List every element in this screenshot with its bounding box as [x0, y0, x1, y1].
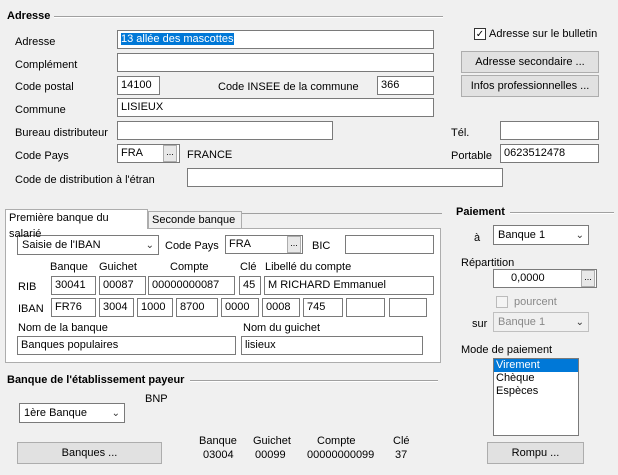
- payeur-cle-value: 37: [395, 449, 408, 461]
- bureau-field[interactable]: [117, 121, 333, 140]
- section-title-paiement: Paiement: [456, 206, 505, 218]
- paiement-banque-value: Banque 1: [498, 229, 546, 241]
- sur-banque-value: Banque 1: [498, 316, 546, 328]
- repartition-picker-button[interactable]: ...: [581, 270, 595, 287]
- tab-premiere-banque[interactable]: Première banque du salarié: [5, 209, 148, 240]
- bulletin-checkbox-label: Adresse sur le bulletin: [489, 28, 598, 40]
- mode-paiement-list[interactable]: Virement Chèque Espèces: [493, 358, 579, 436]
- paiement-banque-select[interactable]: Banque 1 ⌄: [493, 225, 589, 245]
- label-iban: IBAN: [18, 303, 44, 315]
- iban-field-5[interactable]: 0000: [221, 298, 259, 317]
- payeur-hdr-compte: Compte: [317, 435, 356, 447]
- label-rib: RIB: [18, 281, 37, 293]
- hdr-compte: Compte: [170, 261, 209, 273]
- rib-banque-field[interactable]: 30041: [51, 276, 96, 295]
- rompu-button[interactable]: Rompu ...: [487, 442, 584, 464]
- label-bic: BIC: [312, 240, 331, 252]
- adresse-value: 13 allée des mascottes: [121, 33, 234, 45]
- iban-field-9[interactable]: [389, 298, 427, 317]
- pourcent-label: pourcent: [514, 296, 557, 308]
- adresse-field[interactable]: 13 allée des mascottes: [117, 30, 434, 49]
- label-tel: Tél.: [451, 127, 470, 139]
- payeur-bank-select[interactable]: 1ère Banque ⌄: [19, 403, 125, 423]
- chevron-down-icon: ⌄: [575, 317, 584, 328]
- banques-button[interactable]: Banques ...: [17, 442, 162, 464]
- chevron-down-icon: ⌄: [575, 230, 584, 241]
- pourcent-checkbox[interactable]: [496, 296, 508, 308]
- chevron-down-icon: ⌄: [111, 408, 120, 419]
- hdr-guichet: Guichet: [99, 261, 137, 273]
- tab-seconde-banque[interactable]: Seconde banque: [148, 211, 242, 229]
- payeur-hdr-guichet: Guichet: [253, 435, 291, 447]
- iban-field-8[interactable]: [346, 298, 385, 317]
- rib-guichet-field[interactable]: 00087: [99, 276, 146, 295]
- label-portable: Portable: [451, 150, 492, 162]
- hdr-banque: Banque: [50, 261, 88, 273]
- label-nom-banque: Nom de la banque: [18, 322, 108, 334]
- list-item[interactable]: Virement: [494, 359, 578, 372]
- section-title-adresse: Adresse: [7, 10, 51, 22]
- check-icon: ✓: [475, 29, 485, 40]
- nom-banque-field[interactable]: Banques populaires: [17, 336, 236, 355]
- payeur-bank-value: 1ère Banque: [24, 407, 87, 419]
- code-postal-field[interactable]: 14100: [117, 76, 160, 95]
- sur-banque-select[interactable]: Banque 1 ⌄: [493, 312, 589, 332]
- adresse-secondaire-button[interactable]: Adresse secondaire ...: [461, 51, 599, 73]
- label-bureau: Bureau distributeur: [15, 127, 108, 139]
- divider: [510, 212, 614, 214]
- bank-code-pays-picker-button[interactable]: ...: [287, 236, 301, 253]
- tel-field[interactable]: [500, 121, 599, 140]
- nom-guichet-field[interactable]: lisieux: [241, 336, 423, 355]
- iban-field-3[interactable]: 1000: [137, 298, 173, 317]
- rib-compte-field[interactable]: 00000000087: [148, 276, 235, 295]
- payeur-banque-value: 03004: [203, 449, 234, 461]
- label-code-postal: Code postal: [15, 81, 74, 93]
- payeur-hdr-banque: Banque: [199, 435, 237, 447]
- label-complement: Complément: [15, 59, 78, 71]
- payeur-bank-name: BNP: [145, 393, 168, 405]
- label-a: à: [474, 232, 481, 244]
- label-repartition: Répartition: [461, 257, 515, 269]
- iban-field-6[interactable]: 0008: [262, 298, 300, 317]
- complement-field[interactable]: [117, 53, 434, 72]
- code-pays-picker-button[interactable]: ...: [163, 145, 177, 162]
- divider: [242, 213, 442, 214]
- label-code-distribution: Code de distribution à l'étran: [15, 174, 155, 186]
- list-item[interactable]: Espèces: [494, 385, 578, 398]
- label-code-insee: Code INSEE de la commune: [218, 81, 359, 93]
- code-distribution-field[interactable]: [187, 168, 503, 187]
- rib-libelle-field[interactable]: M RICHARD Emmanuel: [264, 276, 434, 295]
- commune-field[interactable]: LISIEUX: [117, 98, 434, 117]
- payeur-hdr-cle: Clé: [393, 435, 410, 447]
- label-nom-guichet: Nom du guichet: [243, 322, 321, 334]
- infos-professionnelles-button[interactable]: Infos professionnelles ...: [461, 75, 599, 97]
- label-mode-paiement: Mode de paiement: [461, 344, 553, 356]
- label-commune: Commune: [15, 104, 66, 116]
- payeur-guichet-value: 00099: [255, 449, 286, 461]
- label-sur: sur: [472, 318, 488, 330]
- label-bank-code-pays: Code Pays: [165, 240, 219, 252]
- divider: [190, 380, 438, 382]
- portable-field[interactable]: 0623512478: [500, 144, 599, 163]
- hdr-cle: Clé: [240, 261, 257, 273]
- label-code-pays: Code Pays: [15, 150, 69, 162]
- repartition-value: 0,0000: [511, 272, 545, 284]
- list-item[interactable]: Chèque: [494, 372, 578, 385]
- hdr-libelle: Libellé du compte: [265, 261, 352, 273]
- iban-field-2[interactable]: 3004: [99, 298, 134, 317]
- iban-field-7[interactable]: 745: [303, 298, 343, 317]
- code-insee-field[interactable]: 366: [377, 76, 434, 95]
- bulletin-checkbox[interactable]: ✓: [474, 28, 486, 40]
- pays-name: FRANCE: [187, 149, 233, 161]
- label-adresse: Adresse: [15, 36, 56, 48]
- iban-field-4[interactable]: 8700: [176, 298, 218, 317]
- rib-cle-field[interactable]: 45: [239, 276, 261, 295]
- payeur-compte-value: 00000000099: [307, 449, 375, 461]
- iban-field-1[interactable]: FR76: [51, 298, 96, 317]
- bic-field[interactable]: [345, 235, 434, 254]
- chevron-down-icon: ⌄: [145, 240, 154, 251]
- divider: [54, 16, 443, 18]
- section-title-payeur: Banque de l'établissement payeur: [7, 374, 185, 386]
